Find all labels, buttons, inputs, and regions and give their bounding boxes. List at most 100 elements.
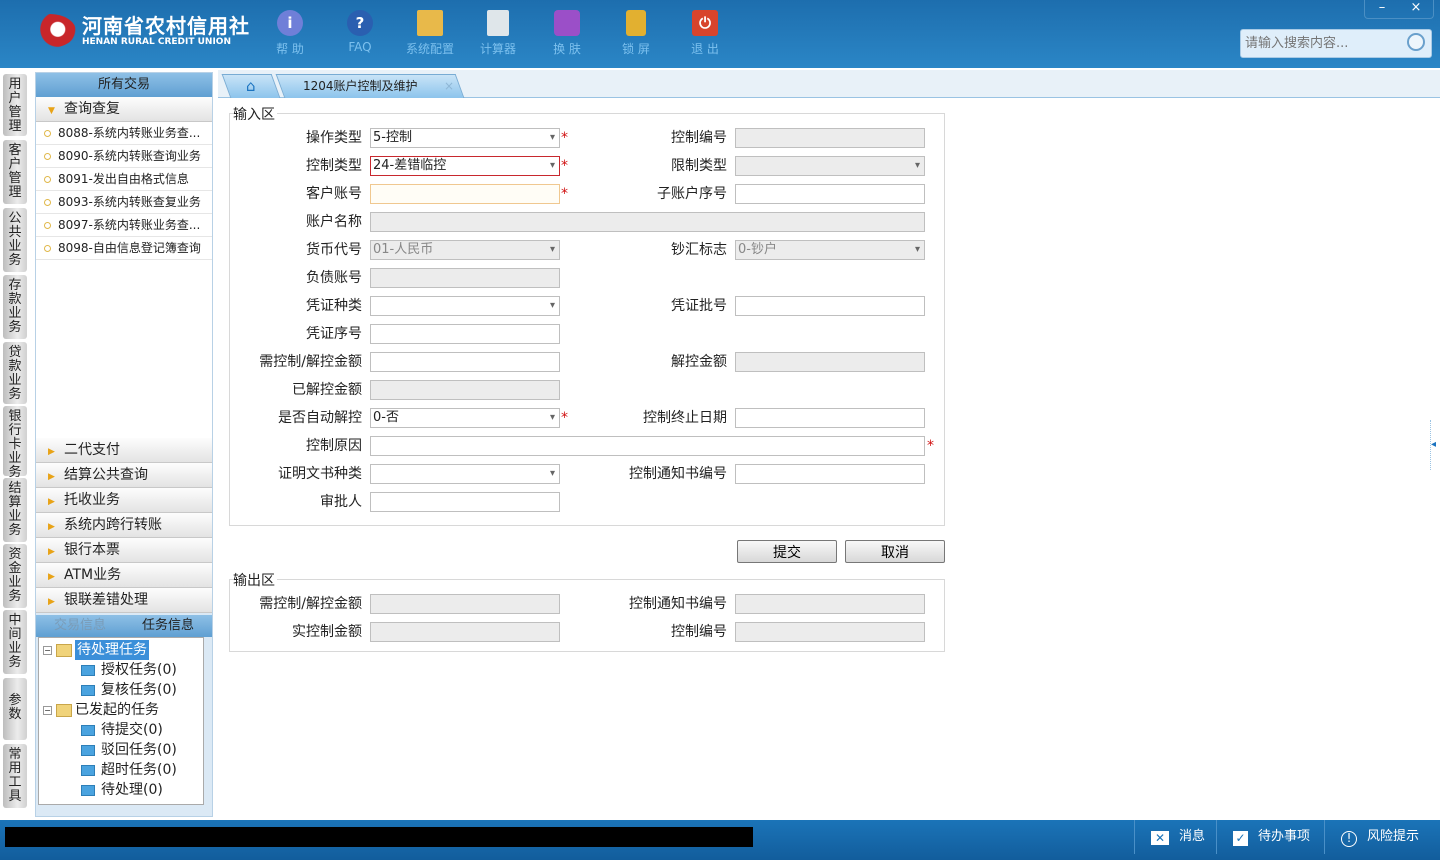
cancel-button[interactable]: 取消 bbox=[845, 540, 945, 563]
tree-node[interactable]: − 已发起的任务 bbox=[43, 700, 199, 720]
vtab-public[interactable]: 公共业务 bbox=[3, 208, 27, 272]
notice-no-input[interactable] bbox=[735, 464, 925, 484]
group-label: 结算公共查询 bbox=[64, 467, 148, 483]
risk-alert-button[interactable]: ! 风险提示 bbox=[1324, 820, 1440, 854]
ctrl-no-field[interactable] bbox=[735, 128, 925, 148]
tree-node[interactable]: − 待处理任务 bbox=[43, 640, 199, 660]
collapse-icon[interactable]: − bbox=[43, 705, 52, 715]
limit-type-select[interactable] bbox=[735, 156, 925, 176]
tab-close-icon[interactable]: × bbox=[444, 75, 454, 97]
collapse-icon[interactable]: − bbox=[43, 645, 52, 655]
group-item[interactable]: ▶ 系统内跨行转账 bbox=[36, 513, 212, 538]
tree-node[interactable]: 驳回任务(0) bbox=[43, 740, 199, 760]
bullet-icon bbox=[44, 130, 51, 137]
ctrl-type-select[interactable]: 24-差错临控 bbox=[370, 156, 560, 176]
skin-button[interactable]: 换 肤 bbox=[537, 10, 597, 57]
vtab-user-mgmt[interactable]: 用户管理 bbox=[3, 74, 27, 136]
node-label: 驳回任务(0) bbox=[101, 742, 177, 758]
vtab-funds[interactable]: 资金业务 bbox=[3, 544, 27, 608]
op-type-select[interactable]: 5-控制 bbox=[370, 128, 560, 148]
collapse-panel-handle[interactable]: ◂ bbox=[1430, 420, 1440, 470]
input-area-legend: 输入区 bbox=[233, 104, 277, 124]
list-item[interactable]: 8090-系统内转账查询业务 bbox=[36, 145, 212, 168]
group-item[interactable]: ▶ ATM业务 bbox=[36, 563, 212, 588]
required-mark: * bbox=[561, 186, 568, 202]
cash-flag-select[interactable]: 0-钞户 bbox=[735, 240, 925, 260]
item-label: 8091-发出自由格式信息 bbox=[58, 172, 189, 186]
doc-type-select[interactable] bbox=[370, 464, 560, 484]
todo-button[interactable]: ✓ 待办事项 bbox=[1216, 820, 1324, 854]
tree-node[interactable]: 超时任务(0) bbox=[43, 760, 199, 780]
list-item[interactable]: 8093-系统内转账查复业务 bbox=[36, 191, 212, 214]
vtab-loan[interactable]: 贷款业务 bbox=[3, 342, 27, 404]
help-button[interactable]: i 帮 助 bbox=[260, 10, 320, 57]
vtab-customer-mgmt[interactable]: 客户管理 bbox=[3, 140, 27, 204]
submit-button[interactable]: 提交 bbox=[737, 540, 837, 563]
vtab-intermediate[interactable]: 中间业务 bbox=[3, 610, 27, 674]
cust-acct-input[interactable] bbox=[370, 184, 560, 204]
tree-node[interactable]: 待提交(0) bbox=[43, 720, 199, 740]
vtab-bankcard[interactable]: 银行卡业务 bbox=[3, 406, 27, 480]
tab-task-info[interactable]: 任务信息 bbox=[124, 615, 212, 637]
group-item[interactable]: ▶ 二代支付 bbox=[36, 438, 212, 463]
tab-home[interactable]: ⌂ bbox=[221, 74, 281, 98]
vtab-settlement[interactable]: 结算业务 bbox=[3, 478, 27, 542]
vtab-params[interactable]: 参数 bbox=[3, 678, 27, 740]
released-amt-field[interactable] bbox=[370, 380, 560, 400]
item-label: 8088-系统内转账业务查... bbox=[58, 126, 201, 140]
vtab-deposit[interactable]: 存款业务 bbox=[3, 275, 27, 339]
tab-transaction-info[interactable]: 交易信息 bbox=[36, 615, 124, 637]
group-item[interactable]: ▶ 结算公共查询 bbox=[36, 463, 212, 488]
list-item[interactable]: 8088-系统内转账业务查... bbox=[36, 122, 212, 145]
voucher-batch-input[interactable] bbox=[735, 296, 925, 316]
currency-select[interactable]: 01-人民币 bbox=[370, 240, 560, 260]
group-item[interactable]: ▶ 银行本票 bbox=[36, 538, 212, 563]
acct-name-field[interactable] bbox=[370, 212, 925, 232]
folder-icon bbox=[81, 784, 95, 796]
sub-seq-input[interactable] bbox=[735, 184, 925, 204]
exit-button[interactable]: ⏻ 退 出 bbox=[675, 10, 735, 57]
release-amt-field[interactable] bbox=[735, 352, 925, 372]
system-config-button[interactable]: 系统配置 bbox=[400, 10, 460, 57]
search-input[interactable] bbox=[1241, 30, 1401, 57]
group-item[interactable]: ▶ 银联差错处理 bbox=[36, 588, 212, 613]
logo-text: 河南省农村信用社 bbox=[82, 14, 250, 38]
group-label: 托收业务 bbox=[64, 492, 120, 508]
item-label: 8097-系统内转账业务查... bbox=[58, 218, 201, 232]
liab-acct-field[interactable] bbox=[370, 268, 560, 288]
vtab-tools[interactable]: 常用工具 bbox=[3, 744, 27, 808]
info-tabs: 交易信息 任务信息 bbox=[36, 615, 212, 637]
voucher-seq-input[interactable] bbox=[370, 324, 560, 344]
approver-input[interactable] bbox=[370, 492, 560, 512]
tree-node[interactable]: 待处理(0) bbox=[43, 780, 199, 800]
faq-button[interactable]: ? FAQ bbox=[330, 10, 390, 54]
group-query[interactable]: ▼ 查询查复 bbox=[36, 97, 212, 122]
need-amt-label: 需控制/解控金额 bbox=[259, 354, 362, 370]
calculator-button[interactable]: 计算器 bbox=[468, 10, 528, 57]
minimize-button[interactable]: – bbox=[1365, 0, 1399, 18]
messages-button[interactable]: ✕ 消息 bbox=[1134, 820, 1224, 854]
end-date-input[interactable] bbox=[735, 408, 925, 428]
search-icon[interactable] bbox=[1407, 33, 1425, 51]
group-item[interactable]: ▶ 托收业务 bbox=[36, 488, 212, 513]
list-item[interactable]: 8098-自由信息登记簿查询 bbox=[36, 237, 212, 260]
tree-node[interactable]: 授权任务(0) bbox=[43, 660, 199, 680]
lock-screen-button[interactable]: 锁 屏 bbox=[606, 10, 666, 57]
auto-release-select[interactable]: 0-否 bbox=[370, 408, 560, 428]
tree-node[interactable]: 复核任务(0) bbox=[43, 680, 199, 700]
liab-acct-label: 负债账号 bbox=[306, 270, 362, 286]
list-item[interactable]: 8097-系统内转账业务查... bbox=[36, 214, 212, 237]
close-button[interactable]: × bbox=[1399, 0, 1433, 18]
calculator-label: 计算器 bbox=[479, 42, 516, 56]
voucher-type-label: 凭证种类 bbox=[306, 298, 362, 314]
tab-account-control[interactable]: 1204账户控制及维护 × bbox=[275, 74, 465, 98]
voucher-type-select[interactable] bbox=[370, 296, 560, 316]
op-type-label: 操作类型 bbox=[306, 130, 362, 146]
out-need-amt-label: 需控制/解控金额 bbox=[259, 596, 362, 612]
risk-alert-label: 风险提示 bbox=[1367, 829, 1420, 844]
need-amt-input[interactable] bbox=[370, 352, 560, 372]
list-item[interactable]: 8091-发出自由格式信息 bbox=[36, 168, 212, 191]
checkbox-icon: ✓ bbox=[1233, 831, 1248, 846]
reason-label: 控制原因 bbox=[306, 438, 362, 454]
reason-input[interactable] bbox=[370, 436, 925, 456]
